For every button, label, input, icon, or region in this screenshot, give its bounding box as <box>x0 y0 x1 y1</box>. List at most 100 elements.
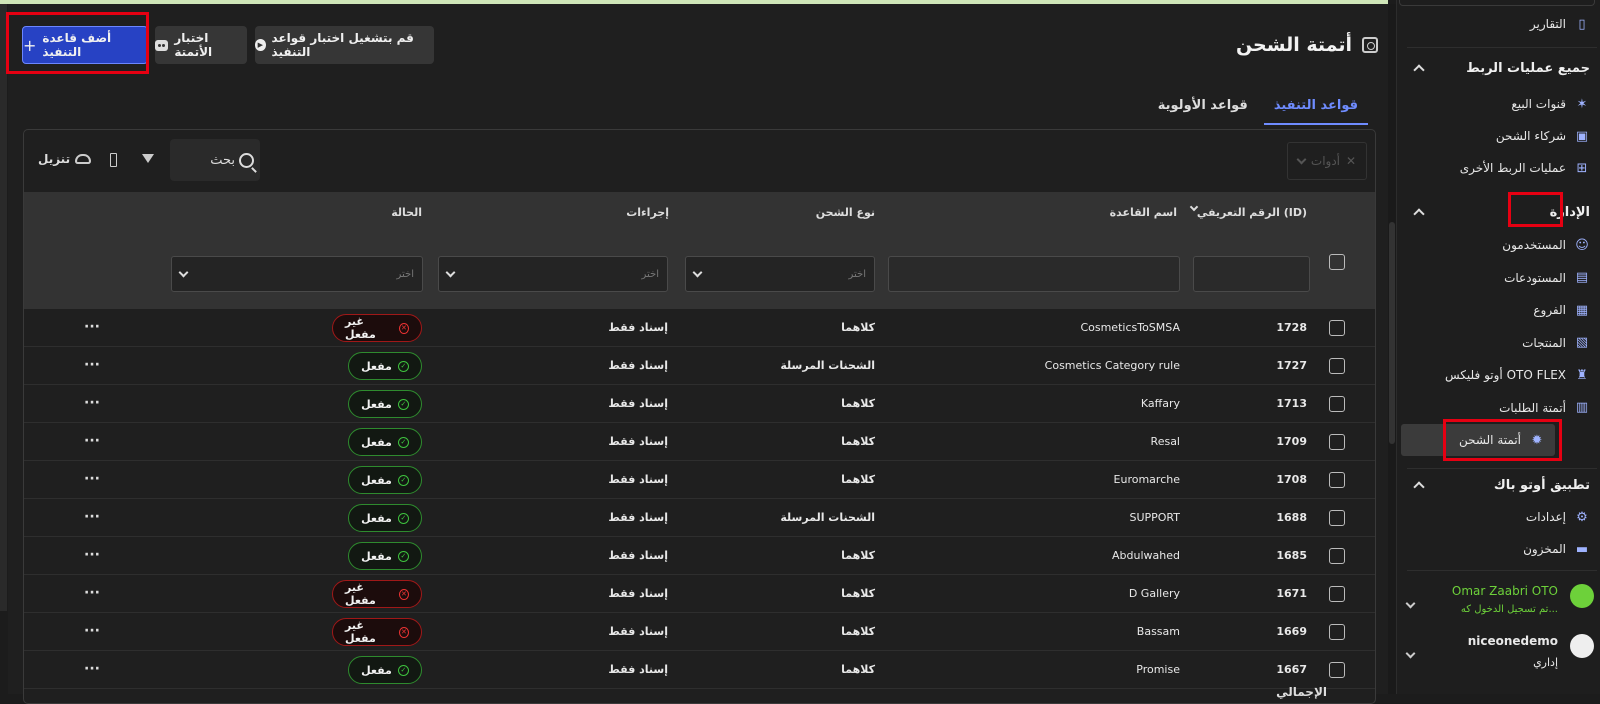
shipping-type: الشحنات المرسلة <box>780 511 875 524</box>
table-row[interactable]: 1713 Kaffary كلاهما إسناد فقط مفعل ✓ ··· <box>24 385 1375 423</box>
row-checkbox[interactable] <box>1329 396 1345 412</box>
row-checkbox[interactable] <box>1329 662 1345 678</box>
row-checkbox[interactable] <box>1329 586 1345 602</box>
row-checkbox[interactable] <box>1329 434 1345 450</box>
row-checkbox[interactable] <box>1329 472 1345 488</box>
tab-priority-rules[interactable]: قواعد الأولوية <box>1148 92 1258 125</box>
row-checkbox[interactable] <box>1329 358 1345 374</box>
filter-icon[interactable] <box>142 154 154 163</box>
status-badge-active: مفعل ✓ <box>348 352 422 380</box>
columns-icon[interactable] <box>110 153 117 167</box>
column-id: الرقم التعريفي (ID) <box>1196 206 1307 219</box>
more-options-button[interactable]: ··· <box>84 471 100 487</box>
sidebar-item-label: الفروع <box>1533 303 1566 317</box>
download-label: تنزيل <box>38 152 71 166</box>
shipping-type-filter-select[interactable]: اختر <box>685 256 875 292</box>
id-filter-input[interactable] <box>1193 256 1310 292</box>
more-options-button[interactable]: ··· <box>84 509 100 525</box>
sidebar-section-label: جميع عمليات الربط <box>1466 60 1590 76</box>
status-label: مفعل <box>361 473 392 487</box>
chevron-down-icon <box>445 267 456 277</box>
status-label: مفعل <box>361 397 392 411</box>
status-badge-active: مفعل ✓ <box>348 428 422 456</box>
more-options-button[interactable]: ··· <box>84 357 100 373</box>
status-filter-select[interactable]: اختر <box>171 256 423 292</box>
table-header: الرقم التعريفي (ID) اسم القاعدة نوع الشح… <box>24 192 1375 309</box>
download-button[interactable]: تنزيل <box>38 152 92 166</box>
more-options-button[interactable]: ··· <box>84 433 100 449</box>
sidebar-item-sales-channels[interactable]: قنوات البيع ✶ <box>1400 88 1600 120</box>
tab-execution-rules[interactable]: قواعد التنفيذ <box>1263 92 1368 125</box>
more-options-button[interactable]: ··· <box>84 661 100 677</box>
page-scrollbar[interactable] <box>1388 4 1396 694</box>
shipping-type: كلاهما <box>841 397 875 410</box>
filter-placeholder: اختر <box>641 268 660 280</box>
settings-icon: ⚙ <box>1576 509 1588 525</box>
support-user[interactable]: Omar Zaabri OTO تم تسجيل الدخول كه... <box>1399 580 1594 626</box>
table-row[interactable]: 1728 CosmeticsToSMSA كلاهما إسناد فقط غير مف… <box>24 309 1375 347</box>
search-placeholder: بحث <box>210 152 235 168</box>
table-row[interactable]: 1709 Resal كلاهما إسناد فقط مفعل ✓ ··· <box>24 423 1375 461</box>
search-icon <box>239 152 254 168</box>
filter-placeholder: اختر <box>396 268 415 280</box>
left-edge-strip <box>0 4 7 611</box>
scrollbar-thumb[interactable] <box>1389 222 1395 444</box>
chevron-down-icon <box>178 267 189 277</box>
sidebar-item-settings[interactable]: إعدادات ⚙ <box>1400 501 1600 533</box>
column-rule-name[interactable]: اسم القاعدة <box>1110 206 1177 219</box>
sidebar-item-label: المستخدمون <box>1502 238 1566 252</box>
table-row[interactable]: 1671 D Gallery كلاهما إسناد فقط غير مفعل ✕ ··· <box>24 575 1375 613</box>
row-checkbox[interactable] <box>1329 510 1345 526</box>
sidebar-section-label: تطبيق أوتو باك <box>1493 477 1590 493</box>
search-input[interactable]: بحث <box>170 139 260 181</box>
sidebar-section-app[interactable]: تطبيق أوتو باك <box>1396 470 1600 500</box>
more-options-button[interactable]: ··· <box>84 547 100 563</box>
row-checkbox[interactable] <box>1329 320 1345 336</box>
shipping-type: الشحنات المرسلة <box>780 359 875 372</box>
account-user[interactable]: niceonedemo إداري <box>1399 630 1594 676</box>
more-options-button[interactable]: ··· <box>84 585 100 601</box>
table-row[interactable]: 1667 Promise كلاهما إسناد فقط مفعل ✓ ··· <box>24 651 1375 689</box>
row-checkbox[interactable] <box>1329 624 1345 640</box>
rule-name: Resal <box>1150 435 1180 448</box>
sidebar-item-grid-plus[interactable]: عمليات الربط الأخرى ⊞ <box>1400 152 1600 184</box>
play-icon: ▶ <box>255 39 266 51</box>
sidebar-section-admin[interactable]: الإدارة <box>1396 197 1600 227</box>
status-label: مفعل <box>361 549 392 563</box>
sidebar-item-store[interactable]: الفروع ▦ <box>1400 294 1600 326</box>
test-automation-button[interactable]: اختبار الأتمتة <box>155 26 247 64</box>
row-checkbox[interactable] <box>1329 548 1345 564</box>
run-rules-test-button[interactable]: ▶ قم بتشغيل اختبار قواعد التنفيذ <box>255 26 434 64</box>
check-circle-icon: ✓ <box>397 474 409 486</box>
sidebar-item-inventory[interactable]: المخزون ▬ <box>1400 533 1600 565</box>
sidebar-item-reports[interactable]: التقارير ▯ <box>1400 8 1600 40</box>
table-row[interactable]: 1708 Euromarche كلاهما إسناد فقط مفعل ✓ ··· <box>24 461 1375 499</box>
sidebar-item-truck[interactable]: شركاء الشحن ▣ <box>1400 120 1600 152</box>
x-circle-icon: ✕ <box>398 626 409 638</box>
truck-icon: ▣ <box>1575 128 1589 144</box>
table-row[interactable]: 1685 Abdulwahed كلاهما إسناد فقط مفعل ✓ ··· <box>24 537 1375 575</box>
highlight-add-rule <box>6 12 149 74</box>
rule-name: Euromarche <box>1113 473 1180 486</box>
check-circle-icon: ✓ <box>397 360 409 372</box>
support-user-name: Omar Zaabri OTO <box>1451 584 1558 598</box>
table-row[interactable]: 1727 Cosmetics Category rule الشحنات المرس… <box>24 347 1375 385</box>
select-all-checkbox[interactable] <box>1329 254 1345 270</box>
more-options-button[interactable]: ··· <box>84 623 100 639</box>
sidebar-item-courier[interactable]: أوتو فليكس OTO FLEX ♜ <box>1400 359 1600 391</box>
sidebar-item-users[interactable]: المستخدمون ☺ <box>1400 229 1600 261</box>
rule-name: Bassam <box>1136 625 1180 638</box>
highlight-shipping-automation <box>1443 419 1562 461</box>
actions-filter-select[interactable]: اختر <box>438 256 668 292</box>
name-filter-input[interactable] <box>888 256 1180 292</box>
table-row[interactable]: 1669 Bassam كلاهما إسناد فقط غير مفعل ✕ ··· <box>24 613 1375 651</box>
sidebar-item-warehouse[interactable]: المستودعات ▤ <box>1400 262 1600 294</box>
table-row[interactable]: 1688 SUPPORT الشحنات المرسلة إسناد فقط مفعل ✓… <box>24 499 1375 537</box>
more-options-button[interactable]: ··· <box>84 319 100 335</box>
sidebar-section-integrations[interactable]: جميع عمليات الربط <box>1396 53 1600 83</box>
tools-button[interactable]: أدوات ✕ <box>1287 142 1367 180</box>
sidebar-item-box[interactable]: المنتجات ▧ <box>1400 327 1600 359</box>
more-options-button[interactable]: ··· <box>84 395 100 411</box>
sidebar-item-label: المستودعات <box>1504 270 1566 285</box>
page-title-text: أتمتة الشحن <box>1235 34 1352 56</box>
